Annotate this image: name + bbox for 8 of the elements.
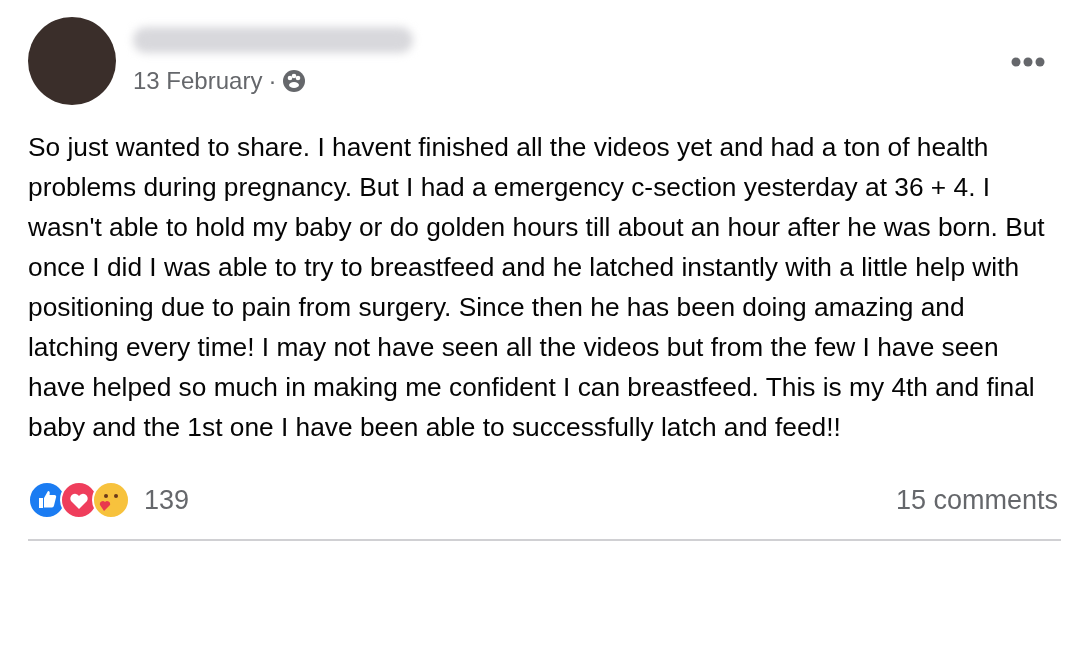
post-text: So just wanted to share. I havent finished all the videos yet and had a ton of health problems during pregnancy. But I had a emergency c-section yesterday at 36 + 4. I wasn't able to hold my baby or do golden hours till about an hour after he was born. But once I did I was able to try to breastfeed and he latched instantly with a little help with positioning due to pain from surgery. Since then he has been doing amazing and latching every time! I may not have seen all the videos but from the few I have seen have helped so much in making me confident I can breastfeed. This is my 4th and final baby and the 1st one I have been able to successfully latch and feed!! xyxy=(28,131,1046,444)
separator: · xyxy=(268,67,277,95)
hugging-face-icon xyxy=(92,481,130,519)
more-options-icon[interactable] xyxy=(1011,57,1045,67)
post-date[interactable]: 13 February xyxy=(133,67,263,95)
comments-link[interactable]: 15 comments xyxy=(895,484,1058,516)
reaction-count[interactable]: 139 xyxy=(144,484,190,516)
group-icon xyxy=(282,69,307,93)
